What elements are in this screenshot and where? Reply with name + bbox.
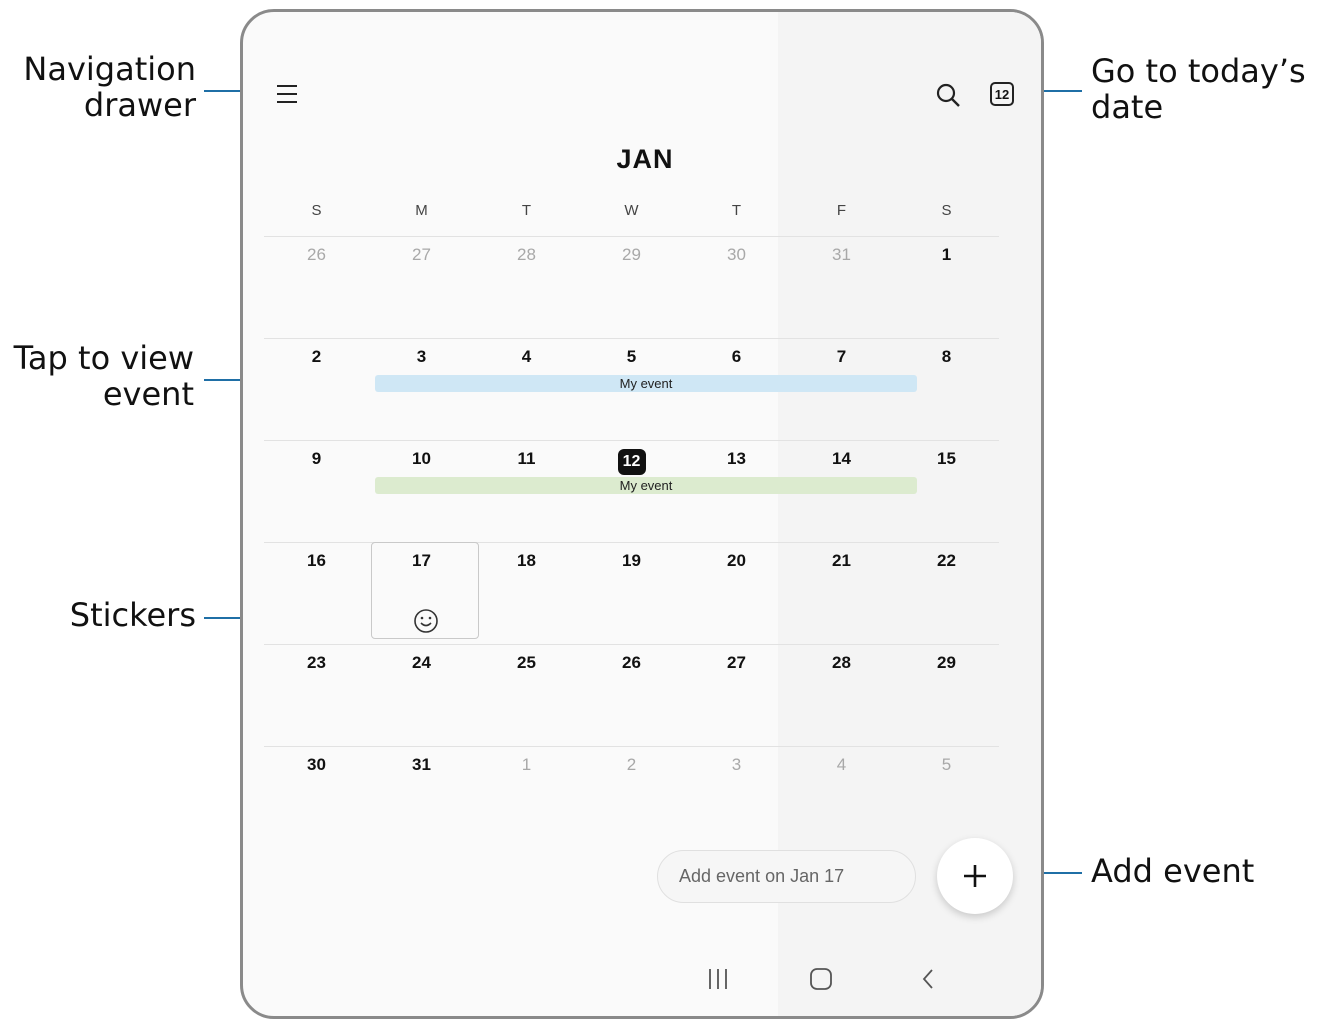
day-cell[interactable]: 21 (789, 543, 894, 644)
weekday-label: S (941, 202, 952, 219)
calendar-grid: S M T W T F S 26 27 28 29 30 31 1 2 3 4 5 6 7 8 9 10 11 1… (264, 202, 999, 848)
day-cell[interactable]: 2 (579, 747, 684, 848)
callout-line: date (1091, 88, 1164, 126)
today-badge-number: 12 (994, 86, 1010, 102)
recent-apps-icon[interactable] (706, 967, 730, 996)
week-row: 26 27 28 29 30 31 1 (264, 236, 999, 338)
home-icon[interactable] (809, 967, 833, 996)
callout-line: Tap to view (13, 339, 194, 377)
callout-stickers: Stickers (69, 596, 196, 634)
event-bar[interactable]: My event (375, 477, 917, 494)
weekday-label: M (415, 202, 428, 219)
weekday-label: T (521, 202, 532, 219)
day-cell[interactable]: 2 (264, 339, 369, 440)
day-cell[interactable]: 26 (579, 645, 684, 746)
callout-go-to-today: Go to today’s date (1091, 53, 1321, 125)
weekday-label: T (731, 202, 742, 219)
day-cell[interactable]: 25 (474, 645, 579, 746)
weekday-label: W (624, 202, 639, 219)
calendar-today-icon: 12 (990, 82, 1014, 106)
callout-add-event: Add event (1091, 852, 1255, 890)
day-cell[interactable]: 30 (264, 747, 369, 848)
day-cell[interactable]: 28 (789, 645, 894, 746)
day-cell[interactable]: 27 (369, 237, 474, 338)
day-cell[interactable]: 23 (264, 645, 369, 746)
weekday-label: S (311, 202, 322, 219)
day-cell[interactable]: 20 (684, 543, 789, 644)
add-event-input[interactable]: Add event on Jan 17 (657, 850, 916, 903)
day-cell[interactable]: 24 (369, 645, 474, 746)
week-row: 30 31 1 2 3 4 5 (264, 746, 999, 848)
plus-icon (964, 865, 986, 887)
weekday-header: S M T W T F S (264, 202, 999, 236)
add-event-button[interactable] (937, 838, 1013, 914)
week-row: 23 24 25 26 27 28 29 (264, 644, 999, 746)
callout-navigation-drawer: Navigation drawer (20, 51, 196, 123)
callout-tap-to-view-event: Tap to view event (8, 340, 194, 412)
day-cell[interactable]: 29 (579, 237, 684, 338)
day-cell[interactable]: 31 (789, 237, 894, 338)
weekday-label: F (836, 202, 847, 219)
callout-line: event (102, 375, 194, 413)
search-icon[interactable] (931, 78, 965, 112)
month-title: JAN (616, 144, 674, 174)
day-cell[interactable]: 3 (684, 747, 789, 848)
day-cell[interactable]: 1 (894, 237, 999, 338)
day-cell[interactable]: 18 (474, 543, 579, 644)
day-cell[interactable]: 26 (264, 237, 369, 338)
back-icon[interactable] (917, 967, 941, 996)
smiley-sticker-icon[interactable] (413, 608, 439, 639)
day-cell[interactable]: 28 (474, 237, 579, 338)
callout-line: Navigation (23, 50, 196, 88)
today-button[interactable]: 12 (987, 79, 1017, 109)
day-cell[interactable]: 9 (264, 441, 369, 542)
day-cell[interactable]: 31 (369, 747, 474, 848)
day-cell[interactable]: 22 (894, 543, 999, 644)
day-cell[interactable]: 4 (789, 747, 894, 848)
day-cell[interactable]: 5 (894, 747, 999, 848)
tablet-frame: 12 JAN S M T W T F S 26 27 28 29 30 31 1 2 3 4 5 6 7… (240, 9, 1044, 1019)
day-cell[interactable]: 27 (684, 645, 789, 746)
day-cell[interactable]: 29 (894, 645, 999, 746)
callout-line: drawer (83, 86, 196, 124)
today-marker: 12 (617, 449, 646, 475)
callout-line: Go to today’s (1091, 52, 1306, 90)
day-cell[interactable]: 30 (684, 237, 789, 338)
event-bar[interactable]: My event (375, 375, 917, 392)
day-cell[interactable]: 19 (579, 543, 684, 644)
hamburger-menu-icon[interactable] (271, 80, 303, 108)
day-cell[interactable]: 1 (474, 747, 579, 848)
day-cell[interactable]: 16 (264, 543, 369, 644)
